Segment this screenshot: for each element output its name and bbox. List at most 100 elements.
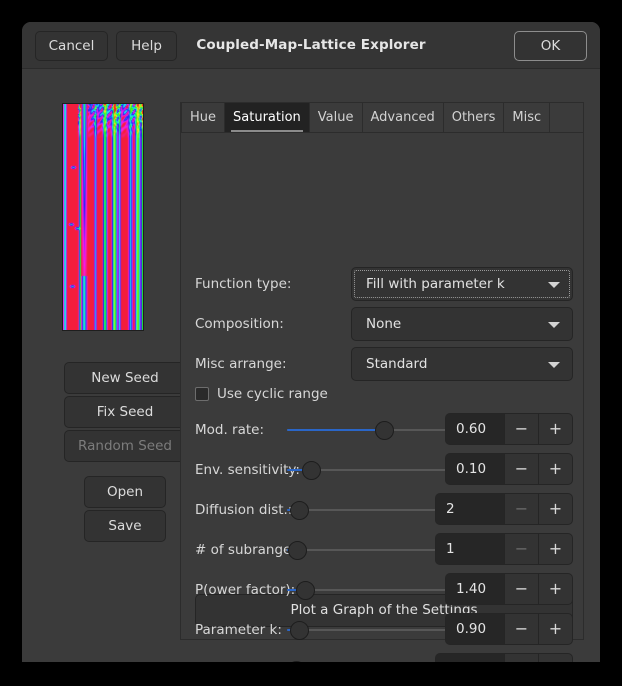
combo-label-2: Misc arrange:	[195, 353, 287, 375]
tab-value[interactable]: Value	[310, 103, 363, 132]
slider-track	[287, 509, 453, 511]
spin-increment-button-6[interactable]: +	[538, 654, 572, 662]
help-button[interactable]: Help	[116, 31, 177, 61]
slider-6[interactable]	[287, 656, 453, 662]
spin-increment-button-4[interactable]: +	[538, 574, 572, 604]
slider-fill	[287, 429, 385, 431]
coupled-map-lattice-preview	[62, 103, 144, 331]
slider-5[interactable]	[287, 616, 453, 644]
slider-row-6: Range low: 0.00−+	[195, 656, 573, 662]
chevron-down-icon	[548, 322, 560, 328]
checkbox-box	[195, 387, 209, 401]
spinbox-value-5[interactable]: 0.90	[446, 614, 504, 644]
saturation-tab-panel: Use cyclic range Plot a Graph of the Set…	[181, 133, 583, 639]
tab-others[interactable]: Others	[444, 103, 505, 132]
open-button[interactable]: Open	[84, 476, 166, 508]
ok-button[interactable]: OK	[514, 31, 587, 61]
slider-label-5: Parameter k:	[195, 616, 282, 644]
spinbox-6: 0.00−+	[435, 653, 573, 662]
slider-handle[interactable]	[290, 621, 309, 640]
combo-row-0: Function type:Fill with parameter k	[195, 273, 573, 295]
spin-decrement-button-0[interactable]: −	[504, 414, 538, 444]
spin-decrement-button-3: −	[504, 534, 538, 564]
slider-row-5: Parameter k: 0.90−+	[195, 616, 573, 644]
tab-advanced[interactable]: Advanced	[363, 103, 444, 132]
spin-increment-button-3[interactable]: +	[538, 534, 572, 564]
spinbox-0: 0.60−+	[445, 413, 573, 445]
spin-increment-button-1[interactable]: +	[538, 454, 572, 484]
slider-track	[287, 629, 453, 631]
new-seed-button[interactable]: New Seed	[64, 362, 186, 394]
slider-track	[287, 549, 453, 551]
combo-label-0: Function type:	[195, 273, 291, 295]
spinbox-value-4[interactable]: 1.40	[446, 574, 504, 604]
slider-handle[interactable]	[287, 661, 306, 662]
spinbox-5: 0.90−+	[445, 613, 573, 645]
slider-row-4: P(ower factor): 1.40−+	[195, 576, 573, 604]
slider-0[interactable]	[287, 416, 453, 444]
spinbox-2: 2−+	[435, 493, 573, 525]
spin-increment-button-2[interactable]: +	[538, 494, 572, 524]
spin-decrement-button-5[interactable]: −	[504, 614, 538, 644]
slider-handle[interactable]	[302, 461, 321, 480]
spinbox-4: 1.40−+	[445, 573, 573, 605]
use-cyclic-range-label: Use cyclic range	[217, 386, 328, 402]
combo-row-2: Misc arrange:Standard	[195, 353, 573, 375]
use-cyclic-range-checkbox[interactable]: Use cyclic range	[195, 385, 328, 403]
spinbox-value-6[interactable]: 0.00	[436, 654, 504, 662]
left-sidebar: New Seed Fix Seed Random Seed Open Save	[22, 69, 181, 662]
cancel-button[interactable]: Cancel	[35, 31, 108, 61]
combo-0[interactable]: Fill with parameter k	[351, 267, 573, 301]
combo-1[interactable]: None	[351, 307, 573, 341]
slider-2[interactable]	[287, 496, 453, 524]
slider-row-2: Diffusion dist.: 2−+	[195, 496, 573, 524]
dialog-body: New Seed Fix Seed Random Seed Open Save …	[22, 69, 600, 662]
fix-seed-button[interactable]: Fix Seed	[64, 396, 186, 428]
slider-label-2: Diffusion dist.:	[195, 496, 292, 524]
chevron-down-icon	[548, 362, 560, 368]
spinbox-value-1[interactable]: 0.10	[446, 454, 504, 484]
spin-decrement-button-1[interactable]: −	[504, 454, 538, 484]
tab-misc[interactable]: Misc	[504, 103, 550, 132]
spin-increment-button-5[interactable]: +	[538, 614, 572, 644]
slider-label-1: Env. sensitivity:	[195, 456, 300, 484]
spinbox-value-2[interactable]: 2	[436, 494, 504, 524]
combo-label-1: Composition:	[195, 313, 284, 335]
slider-row-3: # of subranges:1−+	[195, 536, 573, 564]
spin-decrement-button-4[interactable]: −	[504, 574, 538, 604]
dialog-window: Coupled-Map-Lattice Explorer Cancel Help…	[22, 22, 600, 662]
slider-handle[interactable]	[288, 541, 307, 560]
slider-handle[interactable]	[290, 501, 309, 520]
random-seed-button: Random Seed	[64, 430, 186, 462]
slider-3[interactable]	[287, 536, 453, 564]
spin-increment-button-0[interactable]: +	[538, 414, 572, 444]
slider-handle[interactable]	[296, 581, 315, 600]
tab-hue[interactable]: Hue	[181, 103, 225, 132]
chevron-down-icon	[548, 282, 560, 288]
slider-row-0: Mod. rate: 0.60−+	[195, 416, 573, 444]
settings-notebook: HueSaturationValueAdvancedOthersMisc Use…	[180, 102, 584, 640]
tab-bar: HueSaturationValueAdvancedOthersMisc	[181, 103, 583, 133]
slider-label-0: Mod. rate:	[195, 416, 264, 444]
save-button[interactable]: Save	[84, 510, 166, 542]
spinbox-3: 1−+	[435, 533, 573, 565]
spin-decrement-button-6: −	[504, 654, 538, 662]
spin-decrement-button-2: −	[504, 494, 538, 524]
combo-2[interactable]: Standard	[351, 347, 573, 381]
spinbox-1: 0.10−+	[445, 453, 573, 485]
slider-1[interactable]	[287, 456, 453, 484]
slider-handle[interactable]	[375, 421, 394, 440]
slider-row-1: Env. sensitivity: 0.10−+	[195, 456, 573, 484]
combo-value-1: None	[366, 308, 401, 340]
tab-saturation[interactable]: Saturation	[225, 103, 310, 132]
header-bar: Coupled-Map-Lattice Explorer Cancel Help…	[22, 22, 600, 69]
slider-4[interactable]	[287, 576, 453, 604]
combo-value-2: Standard	[366, 348, 427, 380]
slider-label-4: P(ower factor):	[195, 576, 295, 604]
spinbox-value-3[interactable]: 1	[436, 534, 504, 564]
slider-label-6: Range low:	[195, 656, 269, 662]
tab-bar-filler	[550, 103, 583, 132]
combo-row-1: Composition:None	[195, 313, 573, 335]
spinbox-value-0[interactable]: 0.60	[446, 414, 504, 444]
combo-value-0: Fill with parameter k	[366, 268, 505, 300]
